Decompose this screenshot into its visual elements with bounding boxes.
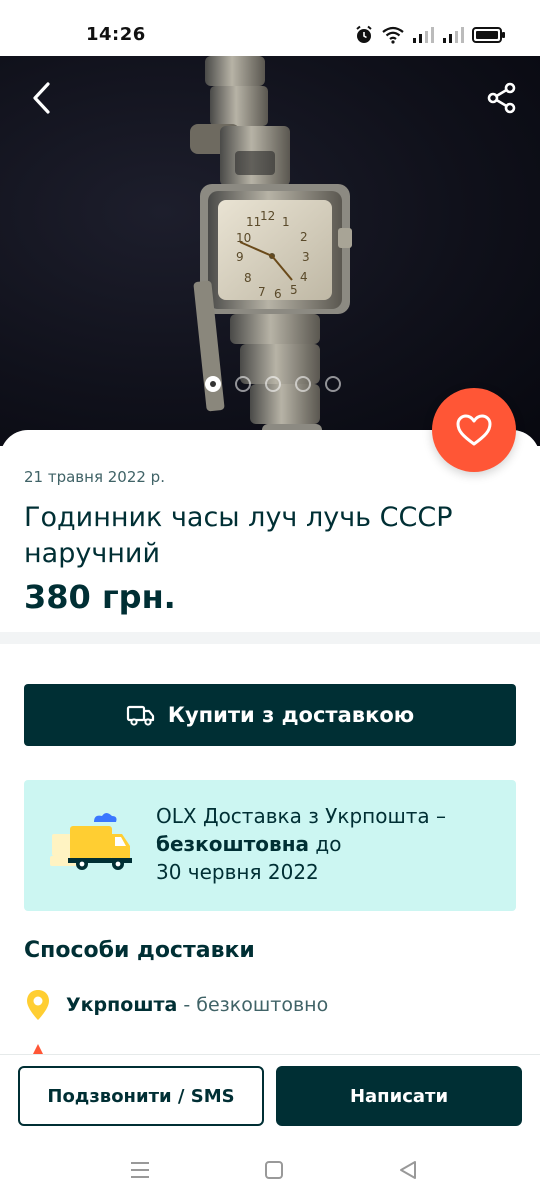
menu-icon bbox=[131, 1162, 149, 1178]
svg-text:5: 5 bbox=[290, 283, 298, 297]
status-bar: 14:26 bbox=[0, 0, 540, 56]
signal-icon bbox=[443, 27, 464, 43]
back-button[interactable] bbox=[20, 76, 64, 120]
signal-icon bbox=[413, 27, 434, 43]
svg-text:2: 2 bbox=[300, 230, 308, 244]
svg-text:11: 11 bbox=[246, 215, 261, 229]
share-icon bbox=[487, 82, 516, 114]
svg-text:12: 12 bbox=[260, 209, 275, 223]
gallery-dot[interactable] bbox=[205, 376, 221, 392]
delivery-option-note: - безкоштовно bbox=[177, 994, 329, 1016]
gallery-dot[interactable] bbox=[265, 376, 281, 392]
triangle-back-icon bbox=[400, 1161, 416, 1179]
recent-apps-button[interactable] bbox=[124, 1156, 156, 1184]
buy-with-delivery-button[interactable]: Купити з доставкою bbox=[24, 684, 516, 746]
promo-text: OLX Доставка з Укрпошта – безкоштовна до… bbox=[156, 802, 501, 886]
photo-gallery[interactable]: 12 11 1 2 3 4 5 6 7 8 9 10 bbox=[0, 56, 540, 446]
square-icon bbox=[265, 1161, 283, 1179]
svg-text:8: 8 bbox=[244, 271, 252, 285]
gallery-dot[interactable] bbox=[325, 376, 341, 392]
wifi-icon bbox=[382, 26, 404, 44]
promo-line-1: OLX Доставка з Укрпошта – bbox=[156, 804, 447, 828]
promo-line-2-rest: до bbox=[309, 832, 342, 856]
delivery-methods-title: Способи доставки bbox=[24, 938, 255, 963]
location-pin-icon bbox=[32, 1044, 44, 1054]
gallery-dot[interactable] bbox=[295, 376, 311, 392]
battery-icon bbox=[472, 27, 505, 43]
svg-text:1: 1 bbox=[282, 215, 290, 229]
promo-line-2: безкоштовна до bbox=[156, 830, 501, 858]
ad-title: Годинник часы луч лучь СССР наручний bbox=[24, 502, 453, 569]
favorite-button[interactable] bbox=[432, 388, 516, 472]
alarm-icon bbox=[356, 25, 372, 43]
system-navigation-bar bbox=[0, 1140, 540, 1200]
system-back-button[interactable] bbox=[392, 1156, 424, 1184]
svg-text:9: 9 bbox=[236, 250, 244, 264]
status-time: 14:26 bbox=[86, 24, 146, 45]
promo-line-3: 30 червня 2022 bbox=[156, 860, 319, 884]
location-pin-icon bbox=[27, 990, 49, 1020]
call-sms-button[interactable]: Подзвонити / SMS bbox=[18, 1066, 264, 1126]
delivery-promo-banner: OLX Доставка з Укрпошта – безкоштовна до… bbox=[24, 780, 516, 911]
svg-text:3: 3 bbox=[302, 250, 310, 264]
buy-button-label: Купити з доставкою bbox=[167, 703, 415, 727]
delivery-truck-illustration bbox=[50, 813, 132, 870]
ad-date: 21 травня 2022 р. bbox=[24, 468, 165, 486]
heart-icon bbox=[456, 414, 492, 446]
delivery-option-name: Укрпошта bbox=[66, 994, 178, 1016]
svg-text:7: 7 bbox=[258, 285, 266, 299]
gallery-dot[interactable] bbox=[235, 376, 251, 392]
status-icons bbox=[354, 24, 506, 46]
write-message-button[interactable]: Написати bbox=[276, 1066, 522, 1126]
promo-bold: безкоштовна bbox=[156, 832, 310, 856]
truck-icon bbox=[126, 705, 154, 726]
home-button[interactable] bbox=[258, 1156, 290, 1184]
ad-price: 380 грн. bbox=[24, 578, 176, 616]
svg-text:6: 6 bbox=[274, 287, 282, 301]
delivery-option: Укрпошта - безкоштовно bbox=[24, 988, 328, 1022]
share-button[interactable] bbox=[480, 76, 524, 120]
section-divider bbox=[0, 632, 540, 644]
chevron-left-icon bbox=[33, 82, 50, 114]
svg-text:4: 4 bbox=[300, 270, 308, 284]
contact-action-bar: Подзвонити / SMS Написати bbox=[0, 1054, 540, 1140]
delivery-option-text: Укрпошта - безкоштовно bbox=[66, 994, 328, 1016]
